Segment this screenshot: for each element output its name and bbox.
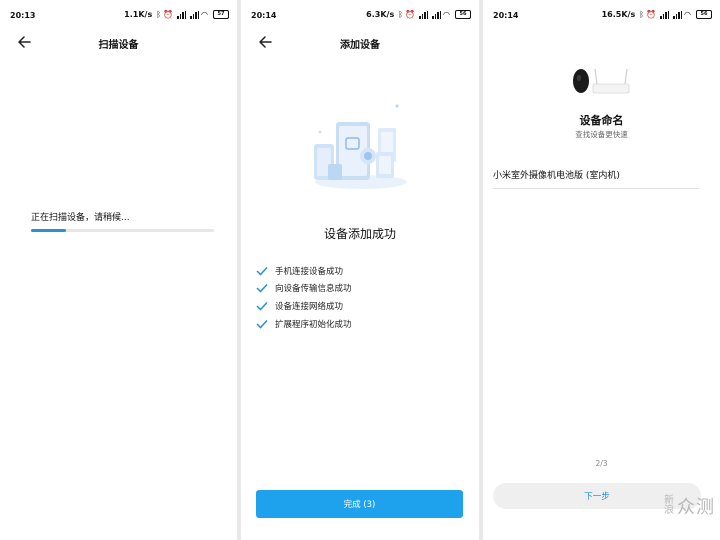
signal-icon (673, 10, 683, 19)
check-icon (256, 284, 268, 293)
check-icon (256, 301, 268, 311)
network-speed: 6.3K/s (366, 10, 395, 19)
naming-title: 设备命名 (579, 114, 624, 127)
network-speed: 16.5K/s (601, 10, 636, 19)
watermark: 新浪 众测 (664, 493, 715, 519)
bluetooth-icon: ᛒ (156, 9, 162, 19)
status-bar: 20:14 16.5K/s ᛒ ⏰ ◠ 56 (483, 0, 720, 30)
watermark-part2: 众测 (677, 497, 715, 518)
scan-progress-fill (31, 229, 66, 232)
network-speed: 1.1K/s (124, 10, 153, 19)
wifi-icon: ◠ (684, 9, 691, 19)
page-title: 添加设备 (340, 40, 380, 51)
add-device-screen: 20:14 6.3K/s ᛒ ⏰ ◠ 56 添加设备 设备添加成功 手机连接设备… (241, 0, 479, 540)
battery-icon: 56 (696, 10, 712, 19)
list-item: 扩展程序初始化成功 (256, 315, 352, 333)
step-label: 扩展程序初始化成功 (275, 319, 352, 330)
progress-checklist: 手机连接设备成功 向设备传输信息成功 设备连接网络成功 扩展程序初始化成功 (256, 262, 352, 332)
wifi-icon: ◠ (201, 9, 208, 19)
page-indicator: 2/3 (595, 459, 608, 468)
done-button[interactable]: 完成 (3) (256, 490, 463, 518)
scan-progress-bar (31, 229, 214, 232)
step-label: 设备连接网络成功 (275, 301, 344, 312)
list-item: 向设备传输信息成功 (256, 280, 352, 298)
scan-status-text: 正在扫描设备，请稍候... (31, 213, 130, 223)
naming-subtitle: 查找设备更快速 (575, 130, 628, 139)
wifi-icon: ◠ (443, 9, 450, 19)
check-icon (256, 319, 268, 329)
signal-icon (419, 10, 429, 19)
success-title: 设备添加成功 (323, 227, 396, 241)
status-bar: 20:14 6.3K/s ᛒ ⏰ ◠ 56 (241, 0, 479, 30)
battery-icon: 57 (213, 10, 229, 19)
device-image (573, 68, 630, 94)
list-item: 手机连接设备成功 (256, 262, 352, 280)
battery-icon: 56 (455, 10, 471, 19)
watermark-part1: 新浪 (664, 495, 674, 516)
bluetooth-icon: ᛒ (639, 9, 645, 19)
scan-screen: 20:13 1.1K/s ᛒ ⏰ ◠ 57 扫描设备 正在扫描设备，请稍候... (0, 0, 237, 540)
page-title: 扫描设备 (98, 40, 139, 51)
device-name-field[interactable]: 小米室外摄像机电池版 (室内机) (493, 168, 699, 189)
alarm-icon: ⏰ (163, 9, 174, 19)
signal-icon (177, 10, 187, 19)
signal-icon (432, 10, 442, 19)
check-icon (256, 266, 268, 276)
alarm-icon: ⏰ (646, 9, 657, 19)
status-time: 20:14 (493, 11, 519, 20)
step-label: 向设备传输信息成功 (275, 284, 352, 295)
list-item: 设备连接网络成功 (256, 297, 352, 315)
title-bar: 添加设备 (241, 30, 479, 56)
signal-icon (190, 10, 200, 19)
title-bar: 扫描设备 (0, 30, 237, 56)
status-time: 20:14 (251, 11, 277, 20)
device-naming-screen: 20:14 16.5K/s ᛒ ⏰ ◠ 56 设备命名 查找设备更快速 小米室外… (483, 0, 720, 540)
alarm-icon: ⏰ (405, 9, 416, 19)
status-time: 20:13 (10, 11, 36, 20)
signal-icon (660, 10, 670, 19)
status-bar: 20:13 1.1K/s ᛒ ⏰ ◠ 57 (0, 0, 237, 30)
bluetooth-icon: ᛒ (398, 9, 404, 19)
device-illustration (314, 104, 407, 189)
step-label: 手机连接设备成功 (275, 266, 344, 277)
